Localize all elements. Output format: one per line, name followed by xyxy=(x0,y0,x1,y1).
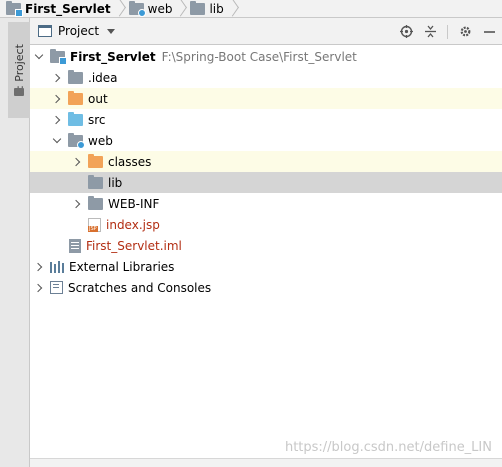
tree-item-scratches[interactable]: Scratches and Consoles xyxy=(30,277,502,298)
folder-icon xyxy=(190,0,206,15)
tree-item-src[interactable]: src xyxy=(30,109,502,130)
tree-item-classes[interactable]: classes xyxy=(30,151,502,172)
watermark: https://blog.csdn.net/define_LIN xyxy=(284,440,492,455)
project-tool-tab[interactable]: 1: Project xyxy=(8,22,30,118)
project-panel-header: Project xyxy=(30,18,502,45)
jsp-file-icon: JSP xyxy=(88,217,101,232)
excluded-folder-icon xyxy=(68,90,83,105)
tree-item-external-libraries[interactable]: External Libraries xyxy=(30,256,502,277)
tree-item-label: Scratches and Consoles xyxy=(68,280,212,295)
folder-icon xyxy=(68,69,83,84)
tree-item-idea[interactable]: .idea xyxy=(30,67,502,88)
breadcrumb-separator xyxy=(176,0,184,18)
collapse-all-icon[interactable] xyxy=(423,25,437,39)
jsp-badge: JSP xyxy=(88,225,98,232)
tree-item-web[interactable]: web xyxy=(30,130,502,151)
horizontal-scrollbar[interactable] xyxy=(30,458,502,467)
tree-item-label: lib xyxy=(108,175,123,190)
library-icon xyxy=(50,260,64,273)
source-folder-icon xyxy=(68,111,83,126)
tree-item-label: classes xyxy=(108,154,152,169)
tree-item-label: WEB-INF xyxy=(108,196,160,211)
chevron-down-icon[interactable] xyxy=(34,52,44,62)
tree-item-web-inf[interactable]: WEB-INF xyxy=(30,193,502,214)
tree-item-label: out xyxy=(88,91,108,106)
tree-item-label: External Libraries xyxy=(69,259,175,274)
breadcrumb-separator xyxy=(228,0,236,18)
chevron-down-icon[interactable] xyxy=(52,136,62,146)
chevron-right-icon[interactable] xyxy=(52,94,62,104)
web-folder-icon xyxy=(68,132,85,149)
settings-gear-icon[interactable] xyxy=(458,25,472,39)
tool-window-strip: 1: Project xyxy=(0,18,30,467)
tree-item-lib[interactable]: lib xyxy=(30,172,502,193)
breadcrumb-item-first-servlet[interactable]: First_Servlet xyxy=(0,0,115,18)
tree-item-out[interactable]: out xyxy=(30,88,502,109)
tree-item-label: First_Servlet.iml xyxy=(86,238,182,253)
folder-icon xyxy=(88,195,103,210)
tree-item-label: index.jsp xyxy=(106,217,160,232)
chevron-right-icon[interactable] xyxy=(72,199,82,209)
breadcrumb-label: First_Servlet xyxy=(25,1,111,16)
breadcrumb: First_Servlet web lib xyxy=(0,0,502,18)
web-folder-icon xyxy=(128,0,146,17)
tree-item-label: web xyxy=(88,133,113,148)
tree-item-label: First_Servlet xyxy=(70,49,156,64)
breadcrumb-item-lib[interactable]: lib xyxy=(184,0,227,18)
breadcrumb-label: web xyxy=(147,1,173,16)
tree-item-index-jsp[interactable]: JSP index.jsp xyxy=(30,214,502,235)
chevron-down-icon[interactable] xyxy=(107,28,116,34)
breadcrumb-item-web[interactable]: web xyxy=(123,0,177,18)
project-tree: First_Servlet F:\Spring-Boot Case\First_… xyxy=(30,46,502,454)
iml-file-icon xyxy=(69,238,81,253)
chevron-right-icon[interactable] xyxy=(34,283,44,293)
tree-item-label: src xyxy=(88,112,106,127)
project-tool-tab-label: 1: Project xyxy=(12,44,26,96)
chevron-right-icon[interactable] xyxy=(52,115,62,125)
module-folder-icon xyxy=(6,0,23,17)
chevron-right-icon[interactable] xyxy=(72,157,82,167)
scratches-icon xyxy=(50,281,63,294)
breadcrumb-label: lib xyxy=(209,1,224,16)
header-divider xyxy=(447,24,448,39)
tree-item-label: .idea xyxy=(88,70,118,85)
locate-icon[interactable] xyxy=(399,25,413,39)
project-view-icon xyxy=(38,25,52,37)
tree-item-iml[interactable]: First_Servlet.iml xyxy=(30,235,502,256)
project-view-title[interactable]: Project xyxy=(58,24,99,38)
folder-icon xyxy=(88,174,103,189)
tree-item-path: F:\Spring-Boot Case\First_Servlet xyxy=(161,49,357,64)
module-folder-icon xyxy=(50,48,67,65)
hide-icon[interactable] xyxy=(482,25,496,39)
excluded-folder-icon xyxy=(88,153,103,168)
breadcrumb-separator xyxy=(115,0,123,18)
tree-item-root[interactable]: First_Servlet F:\Spring-Boot Case\First_… xyxy=(30,46,502,67)
chevron-right-icon[interactable] xyxy=(34,262,44,272)
project-tab-folder-icon xyxy=(14,88,24,96)
chevron-right-icon[interactable] xyxy=(52,73,62,83)
